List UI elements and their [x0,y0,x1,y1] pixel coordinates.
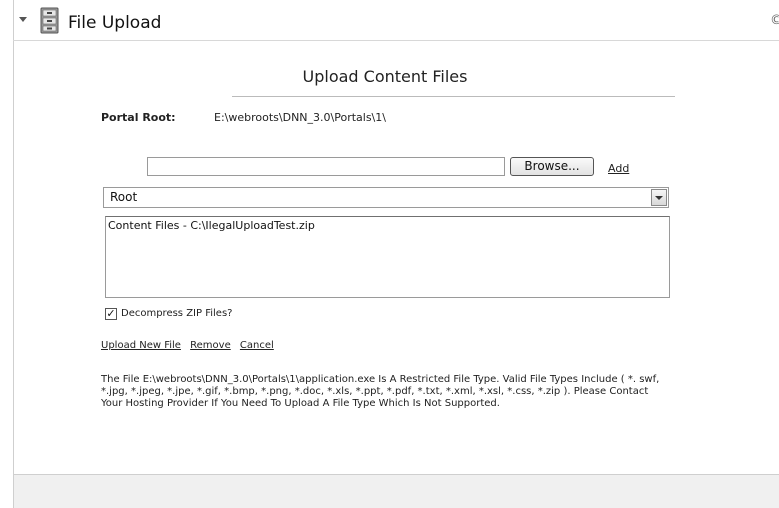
decompress-label: Decompress ZIP Files? [121,308,233,319]
portal-root-label: Portal Root: [101,111,176,124]
heading-divider [232,96,675,97]
cancel-link[interactable]: Cancel [240,340,274,351]
decompress-checkbox[interactable]: ✓ [105,308,117,320]
title-divider [13,40,779,41]
dropdown-button[interactable] [651,189,667,206]
folder-select-value: Root [110,190,138,204]
remove-link[interactable]: Remove [190,340,231,351]
module-title-bar: File Upload © [0,0,779,40]
collapse-arrow-icon[interactable] [19,17,27,22]
file-cabinet-icon [40,7,59,34]
add-link[interactable]: Add [608,162,629,175]
module-title: File Upload [68,13,162,33]
frame-left-border [13,0,14,508]
page-title: Upload Content Files [302,67,468,86]
file-path-input[interactable] [147,157,505,176]
file-list[interactable]: Content Files - C:\IlegalUploadTest.zip [105,216,670,298]
upload-new-file-link[interactable]: Upload New File [101,340,181,351]
action-links: Upload New File Remove Cancel [101,340,280,351]
browse-button[interactable]: Browse... [510,157,594,176]
error-message: The File E:\webroots\DNN_3.0\Portals\1\a… [101,374,660,409]
folder-select[interactable]: Root [103,187,669,208]
chevron-down-icon [655,196,663,200]
edit-icon[interactable]: © [770,13,779,28]
list-item[interactable]: Content Files - C:\IlegalUploadTest.zip [108,219,315,232]
portal-root-value: E:\webroots\DNN_3.0\Portals\1\ [214,111,386,124]
bottom-strip [14,475,779,508]
